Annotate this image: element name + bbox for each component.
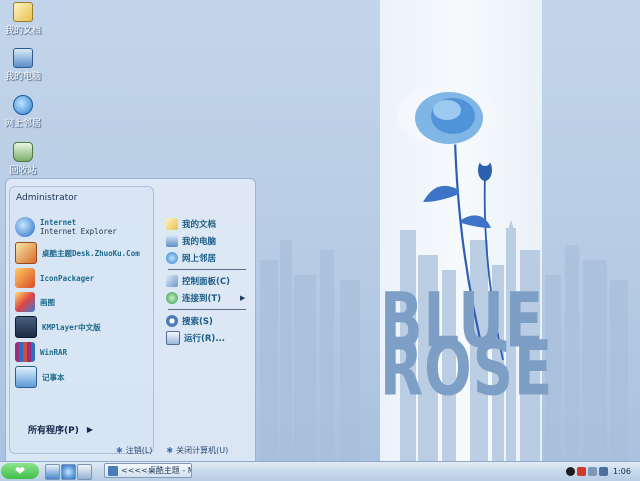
program-label: WinRAR [40, 347, 68, 357]
my-computer-icon [166, 235, 178, 247]
place-my-documents[interactable]: 我的文档 [166, 216, 216, 232]
zhuoku-theme-icon [15, 242, 37, 264]
tray-app-icon[interactable] [577, 466, 586, 476]
wallpaper-title: BLUE ROSE [380, 284, 552, 408]
taskbar-window-button[interactable]: <<<<桌酷主题 - M... [104, 463, 192, 478]
program-notepad[interactable]: 记事本 [15, 366, 65, 388]
quick-launch-show-desktop-icon[interactable] [45, 464, 60, 480]
program-paint[interactable]: 画图 [15, 291, 55, 313]
run-icon [166, 331, 180, 345]
triangle-right-icon: ▶ [86, 425, 93, 434]
shutdown-icon: ✱ [166, 446, 174, 455]
place-run[interactable]: 运行(R)... [166, 330, 225, 346]
recycle-bin-icon [13, 142, 33, 162]
paint-icon [15, 292, 35, 312]
places-separator [168, 309, 246, 310]
desktop-icon-label: 回收站 [9, 166, 37, 176]
heart-icon: ❤ [14, 464, 26, 478]
network-places-icon [13, 95, 33, 115]
program-label: 记事本 [42, 372, 65, 382]
desktop-icon-my-computer[interactable]: 我的电脑 [0, 48, 46, 82]
internet-explorer-icon [15, 217, 35, 237]
program-label: 画图 [40, 297, 55, 307]
system-tray: 1:06 [566, 463, 640, 479]
kmplayer-icon [15, 316, 37, 338]
desktop-icon-label: 我的文档 [4, 26, 41, 36]
quick-launch-ie-icon[interactable] [61, 464, 76, 480]
program-sublabel: Internet Explorer [40, 227, 117, 236]
logoff-icon: ✱ [116, 446, 123, 455]
place-label: 搜索(S) [182, 317, 213, 327]
place-label: 控制面板(C) [182, 277, 231, 287]
taskbar: ❤ <<<<桌酷主题 - M... 1:06 [0, 461, 640, 481]
my-documents-icon [13, 2, 33, 22]
desktop-icon-recycle-bin[interactable]: 回收站 [0, 142, 46, 176]
program-label: Internet [40, 218, 77, 227]
start-menu-username: Administrator [16, 193, 78, 203]
logoff-button[interactable]: 注销(L) [126, 445, 153, 456]
winrar-icon [15, 342, 35, 362]
program-iconpackager[interactable]: IconPackager [15, 267, 94, 289]
wallpaper-title-line2: ROSE [380, 325, 554, 414]
window-icon [108, 465, 118, 476]
places-separator [168, 269, 246, 270]
place-label: 运行(R)... [184, 334, 226, 344]
program-label: IconPackager [40, 273, 95, 283]
volume-icon[interactable] [599, 466, 608, 476]
program-winrar[interactable]: WinRAR [15, 341, 67, 363]
iconpackager-icon [15, 268, 35, 288]
my-documents-icon [166, 218, 178, 230]
program-label: KMPlayer中文版 [42, 322, 101, 332]
triangle-right-icon: ▶ [240, 294, 246, 302]
place-label: 我的电脑 [182, 237, 217, 247]
all-programs-label: 所有程序(P) [28, 426, 79, 436]
place-my-computer[interactable]: 我的电脑 [166, 233, 216, 249]
place-connect-to[interactable]: 连接到(T) ▶ [166, 290, 245, 306]
program-zhuoku-theme[interactable]: 桌酷主题Desk.ZhuoKu.Com [15, 242, 140, 264]
place-label: 我的文档 [182, 220, 217, 230]
start-button[interactable]: ❤ [1, 463, 39, 479]
notepad-icon [15, 366, 37, 388]
place-network-places[interactable]: 网上邻居 [166, 250, 216, 266]
quick-launch-media-icon[interactable] [77, 464, 92, 480]
start-menu-bottom-bar: ✱ 注销(L) ✱ 关闭计算机(U) [116, 445, 228, 456]
connect-to-icon [166, 292, 178, 304]
desktop-icon-label: 网上邻居 [4, 119, 41, 129]
place-label: 连接到(T) [182, 294, 222, 304]
qq-penguin-icon[interactable] [566, 466, 575, 476]
network-status-icon[interactable] [588, 466, 597, 476]
search-icon [166, 315, 178, 327]
shutdown-button[interactable]: 关闭计算机(U) [176, 445, 228, 456]
desktop-icon-label: 我的电脑 [4, 72, 41, 82]
program-kmplayer[interactable]: KMPlayer中文版 [15, 316, 101, 338]
network-places-icon [166, 252, 178, 264]
desktop-icon-my-documents[interactable]: 我的文档 [0, 2, 46, 36]
place-label: 网上邻居 [182, 254, 217, 264]
taskbar-window-label: <<<<桌酷主题 - M... [121, 466, 191, 475]
desktop-icon-network-places[interactable]: 网上邻居 [0, 95, 46, 129]
program-internet-explorer[interactable]: Internet Internet Explorer [15, 216, 117, 238]
start-menu: Administrator Internet Internet Explorer… [5, 178, 256, 462]
place-control-panel[interactable]: 控制面板(C) [166, 273, 230, 289]
program-label: 桌酷主题Desk.ZhuoKu.Com [42, 248, 140, 258]
place-search[interactable]: 搜索(S) [166, 313, 213, 329]
all-programs-button[interactable]: 所有程序(P) ▶ [28, 423, 93, 436]
my-computer-icon [13, 48, 33, 68]
taskbar-clock[interactable]: 1:06 [613, 467, 631, 476]
control-panel-icon [166, 275, 178, 287]
